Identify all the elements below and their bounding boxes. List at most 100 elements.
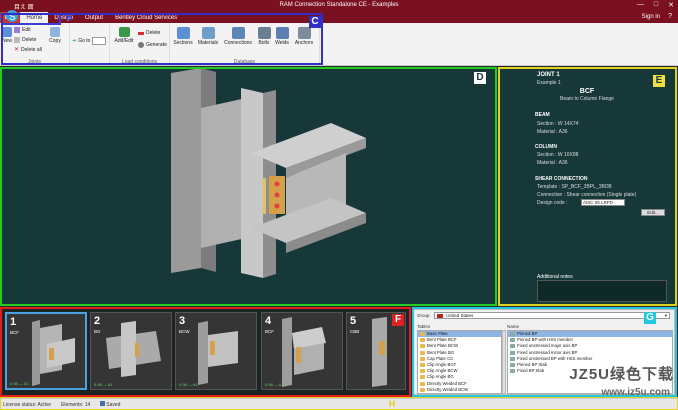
- shear-template: Template : SP_BCF_3BPL_3BDB: [537, 184, 612, 190]
- new-icon: [2, 27, 12, 37]
- design-code-select[interactable]: AISC 05 LRFD: [581, 199, 625, 206]
- close-button[interactable]: ✕: [668, 1, 674, 9]
- folder-icon: [420, 344, 425, 349]
- connection-icon: [510, 344, 515, 349]
- tables-scrollbar[interactable]: [502, 330, 506, 394]
- thumbnail-4-model: [282, 317, 326, 387]
- folder-icon: [420, 350, 425, 355]
- shear-connection-type: Connection : Shear connection (Single pl…: [537, 192, 637, 198]
- joint-thumbnail-2[interactable]: 2 BG 0.98 — A1: [90, 312, 172, 390]
- tables-label: Tables: [417, 324, 431, 329]
- edit-connection-button[interactable]: Edit...: [641, 209, 665, 216]
- connection-icon: [510, 362, 515, 367]
- copy-joint-button[interactable]: Copy: [48, 27, 62, 44]
- beam-section: Section : W 14X74: [537, 121, 579, 127]
- bolts-button[interactable]: Bolts: [256, 27, 272, 46]
- joints-thumbnail-strip: 1 BCF 0.98 — A1 2 BG 0.98 — A1 3 BCW 0.9…: [0, 308, 410, 396]
- connections-button[interactable]: Connections: [222, 27, 254, 46]
- joint-thumbnail-3[interactable]: 3 BCW 0.98 — A1: [175, 312, 257, 390]
- watermark-site: JZ5U绿色下载 www.jz5u.com: [569, 366, 674, 398]
- chevron-down-icon: ▾: [664, 313, 667, 318]
- joint-example-name: Example 1: [537, 80, 561, 86]
- menu-bar: File Home Design Output Bentley Cloud Se…: [0, 12, 678, 23]
- delete-all-joints-button[interactable]: ✕ Delete all: [14, 46, 42, 54]
- connection-icon: [510, 332, 515, 336]
- ribbon: New Edit Delete ✕ Delete all Copy Joints…: [0, 23, 678, 66]
- joint-properties-panel: JOINT 1 Example 1 BCF Beam to Column Fla…: [499, 68, 675, 305]
- joint-thumbnail-1[interactable]: 1 BCF 0.98 — A1: [5, 312, 87, 390]
- anchors-button[interactable]: Anchors: [292, 27, 316, 46]
- group-label-load-conditions: Load conditions: [121, 59, 158, 65]
- joint-thumbnail-4[interactable]: 4 BCF 0.98 — A1: [261, 312, 343, 390]
- tab-output[interactable]: Output: [79, 12, 109, 23]
- shear-connection-heading: SHEAR CONNECTION: [535, 176, 588, 182]
- annotation-label-e: E: [653, 75, 665, 87]
- group-select[interactable]: United States ▾: [434, 312, 670, 319]
- column-section: Section : W 10X88: [537, 152, 579, 158]
- generate-load-button[interactable]: Generate: [138, 42, 167, 48]
- new-joint-button[interactable]: New: [1, 27, 13, 44]
- ribbon-group-goto: ➜ Go to: [70, 23, 110, 66]
- watermark-url-top-left: www.pc0359.cn: [20, 23, 56, 29]
- folder-icon: [420, 381, 425, 386]
- beam-heading: BEAM: [535, 112, 550, 118]
- folder-icon: [420, 338, 425, 343]
- beam-material: Material : A36: [537, 129, 568, 135]
- sign-in-link[interactable]: Sign in: [642, 14, 660, 20]
- additional-notes-textbox[interactable]: [537, 280, 667, 302]
- joint-type-description: Beam to Column Flange: [560, 96, 614, 102]
- elements-count: Elements: 14: [61, 401, 91, 408]
- folder-icon: [420, 375, 425, 380]
- thumbnail-1-model: [32, 320, 75, 386]
- add-edit-load-button[interactable]: Add/Edit: [114, 27, 134, 44]
- connection-3d-model: [171, 68, 366, 278]
- delete-joint-button[interactable]: Delete: [14, 37, 36, 43]
- thumbnail-3-model: [198, 321, 238, 385]
- column-heading: COLUMN: [535, 144, 557, 150]
- connection-icon: [510, 369, 515, 374]
- add-load-icon: [118, 27, 130, 37]
- tab-home[interactable]: Home: [20, 12, 49, 23]
- anchors-icon: [297, 27, 311, 39]
- 3d-model-view[interactable]: [1, 68, 496, 305]
- ribbon-group-load-conditions: Add/Edit Delete Generate Load conditions: [110, 23, 170, 66]
- annotation-label-h: H: [388, 399, 396, 409]
- generate-icon: [138, 42, 144, 48]
- folder-icon: [420, 362, 425, 367]
- us-flag-icon: [437, 313, 443, 318]
- materials-button[interactable]: Materials: [196, 27, 220, 46]
- watermark-logo-top-left: S: [6, 6, 18, 26]
- window-title: RAM Connection Standalone CE - Examples: [279, 2, 399, 8]
- connection-icon: [510, 350, 515, 355]
- connections-icon: [231, 27, 245, 39]
- bolts-icon: [257, 27, 271, 39]
- go-to-arrow-icon: ➜: [72, 38, 77, 44]
- saved-status: Saved: [100, 401, 120, 408]
- license-status: License status: Active: [3, 401, 52, 408]
- bolt-1: [274, 181, 280, 187]
- annotation-label-g: G: [644, 312, 656, 324]
- tables-list[interactable]: Base Plate Bent Plate BCF Bent Plate BCW…: [417, 330, 502, 394]
- delete-icon: [14, 37, 20, 43]
- maximize-button[interactable]: □: [654, 1, 658, 9]
- sections-button[interactable]: Sections: [172, 27, 194, 46]
- save-icon: [100, 401, 106, 406]
- minimize-button[interactable]: —: [637, 1, 644, 9]
- ribbon-group-database: Sections Materials Connections Bolts Wel…: [170, 23, 320, 66]
- window-controls: — □ ✕: [637, 1, 674, 9]
- help-icon[interactable]: ?: [668, 13, 672, 20]
- joint-type-code: BCF: [579, 88, 595, 95]
- joint-number: JOINT 1: [537, 72, 560, 78]
- folder-icon: [420, 356, 425, 361]
- tab-bentley-cloud-services[interactable]: Bentley Cloud Services: [109, 12, 183, 23]
- folder-icon: [420, 332, 425, 336]
- go-to-joint-input[interactable]: [92, 37, 106, 45]
- annotation-label-b: B: [65, 12, 73, 23]
- column-material: Material : A36: [537, 160, 568, 166]
- list-item[interactable]: Directly Welded BCW: [418, 387, 501, 393]
- delete-all-icon: ✕: [14, 47, 20, 53]
- connection-icon: [510, 356, 515, 361]
- welds-button[interactable]: Welds: [273, 27, 291, 46]
- group-label: Group: [417, 313, 430, 318]
- delete-load-button[interactable]: Delete: [138, 30, 160, 36]
